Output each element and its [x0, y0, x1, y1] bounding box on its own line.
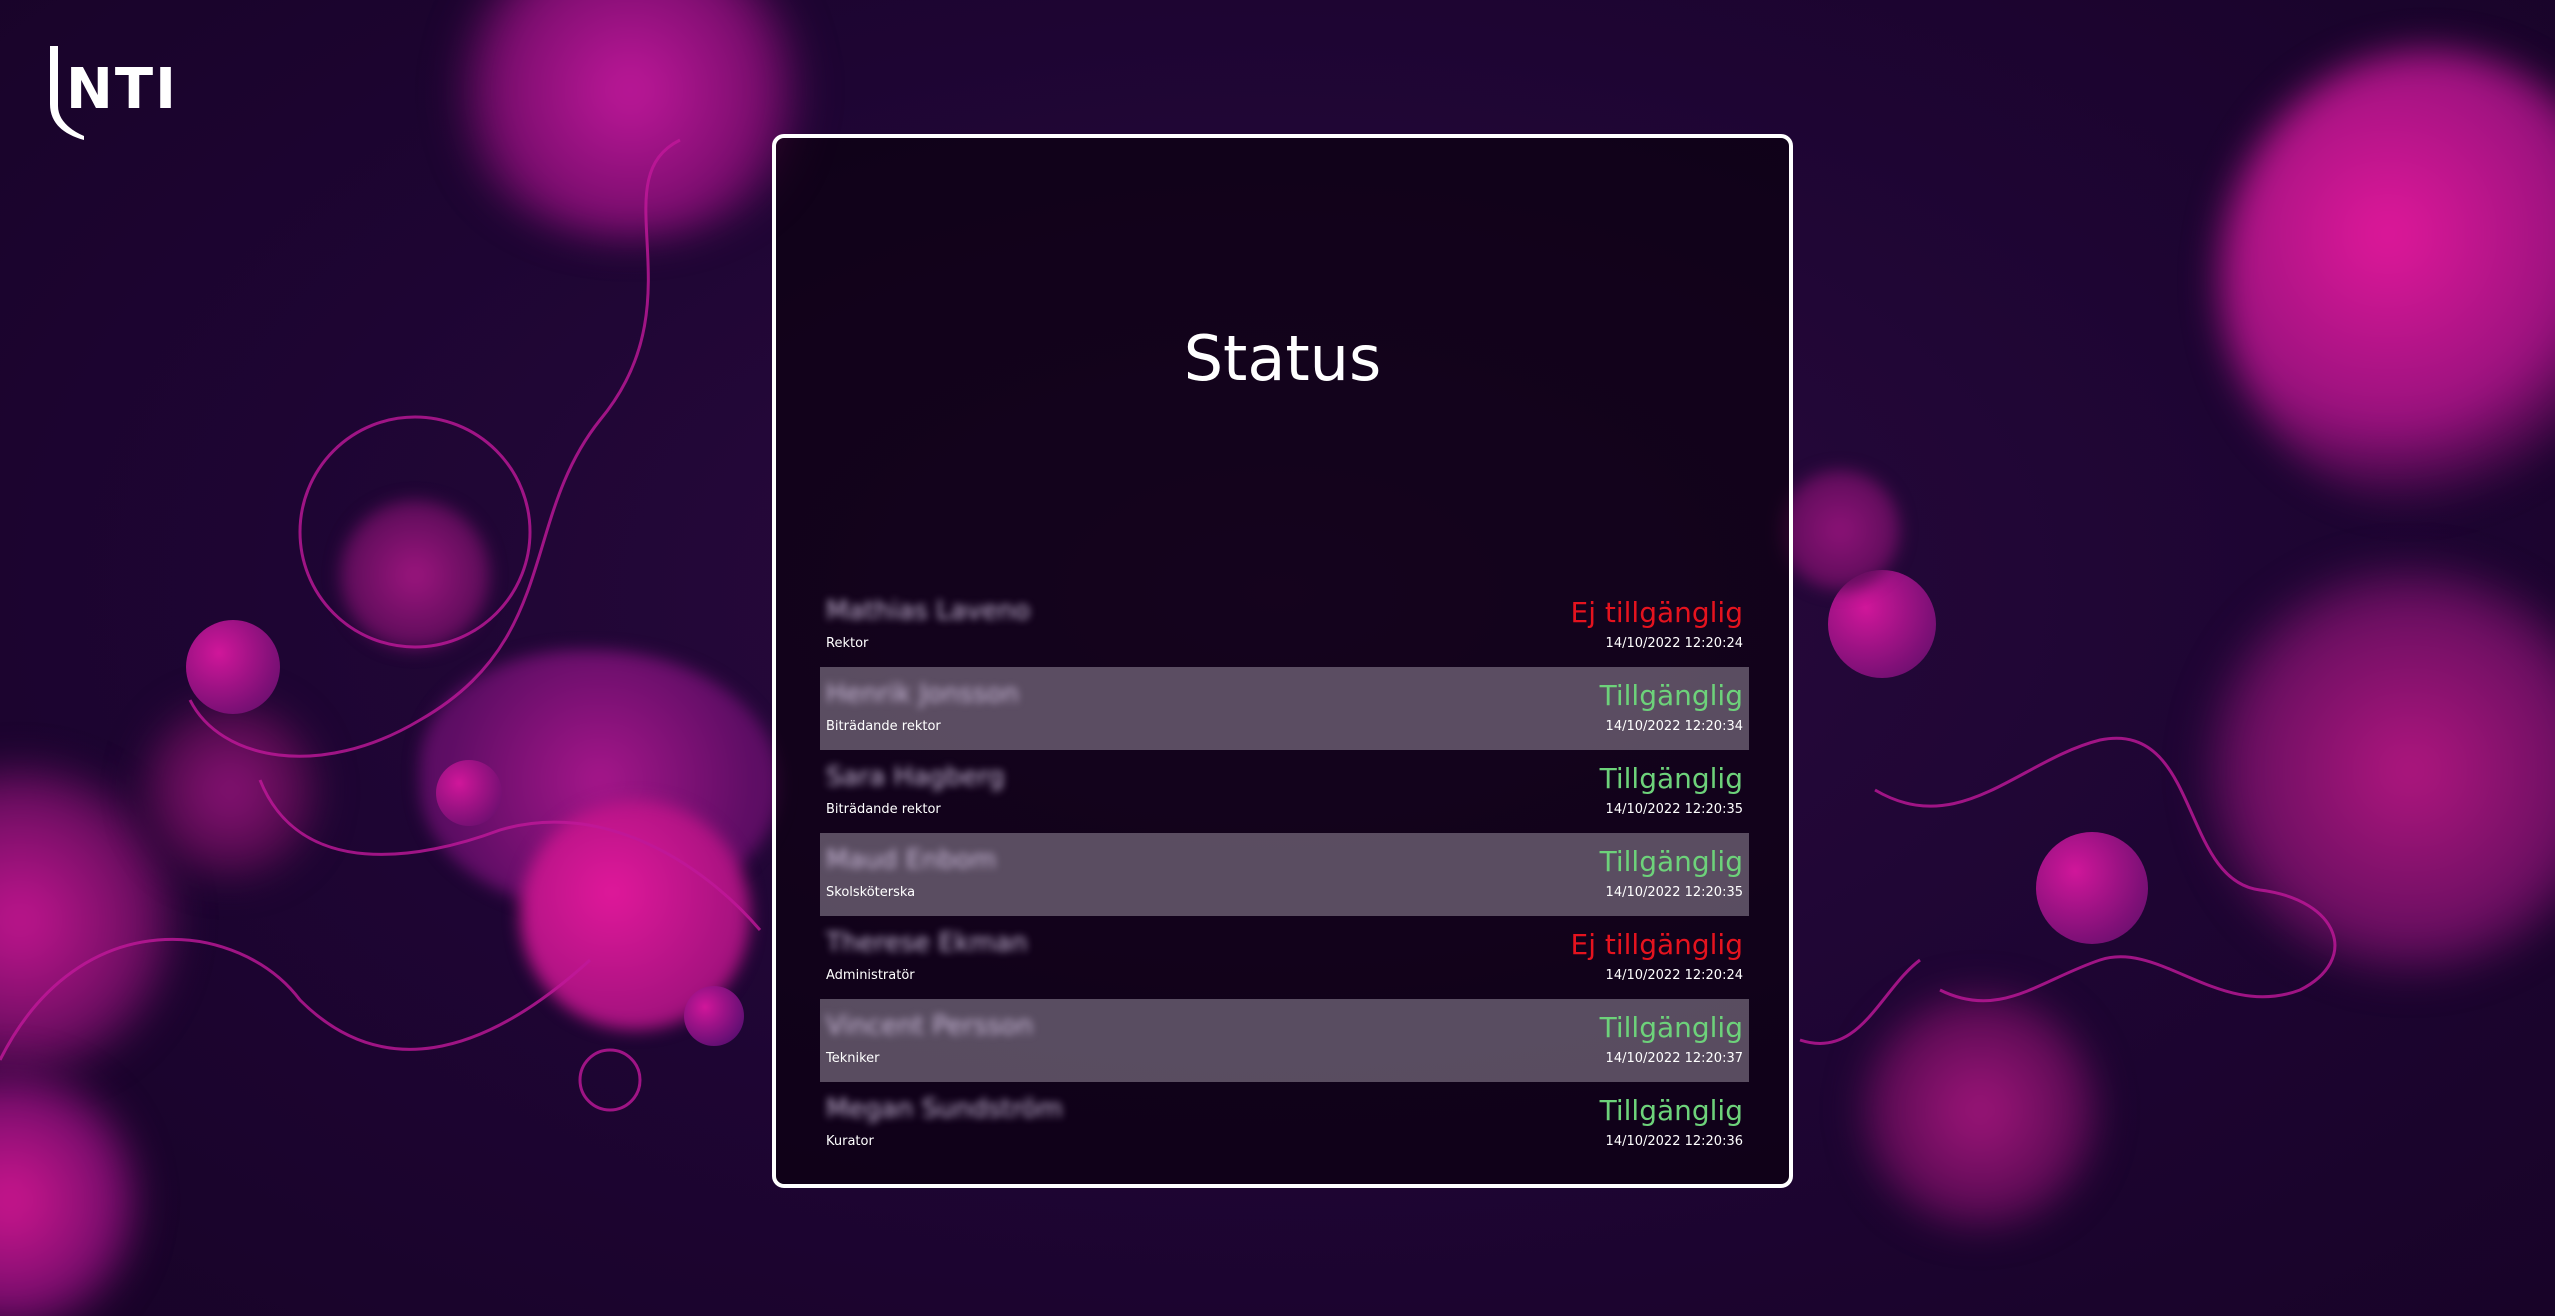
staff-row: Maud Enbom Skolsköterska Tillgänglig 14/10/… [820, 833, 1749, 916]
status-timestamp: 14/10/2022 12:20:24 [1605, 968, 1743, 983]
staff-name: Megan Sundström [826, 1094, 1063, 1124]
staff-name: Sara Hagberg [826, 762, 1005, 792]
page-title: Status [1183, 322, 1382, 395]
status-label: Tillgänglig [1599, 1094, 1743, 1127]
status-timestamp: 14/10/2022 12:20:34 [1605, 719, 1743, 734]
staff-role: Rektor [826, 636, 869, 651]
staff-role: Administratör [826, 968, 915, 983]
staff-row: Therese Ekman Administratör Ej tillgänglig… [820, 916, 1749, 999]
status-label: Ej tillgänglig [1570, 596, 1743, 629]
status-label: Tillgänglig [1599, 679, 1743, 712]
staff-row: Mathias Laveno Rektor Ej tillgänglig 14/10/… [820, 584, 1749, 667]
status-label: Tillgänglig [1599, 1011, 1743, 1044]
staff-role: Biträdande rektor [826, 719, 941, 734]
staff-row: Vincent Persson Tekniker Tillgänglig 14/10/… [820, 999, 1749, 1082]
staff-name: Maud Enbom [826, 845, 997, 875]
nti-logo[interactable]: NTI [44, 44, 176, 140]
status-timestamp: 14/10/2022 12:20:35 [1605, 802, 1743, 817]
status-timestamp: 14/10/2022 12:20:35 [1605, 885, 1743, 900]
logo-text: NTI [66, 57, 178, 122]
staff-role: Tekniker [826, 1051, 880, 1066]
status-label: Tillgänglig [1599, 762, 1743, 795]
status-label: Tillgänglig [1599, 845, 1743, 878]
staff-name: Therese Ekman [826, 928, 1028, 958]
status-panel: Status Mathias Laveno Rektor Ej tillgängli… [772, 134, 1793, 1188]
staff-row: Megan Sundström Kurator Tillgänglig 14/10/2… [820, 1082, 1749, 1165]
staff-row: Henrik Jonsson Biträdande rektor Tillgängl… [820, 667, 1749, 750]
status-timestamp: 14/10/2022 12:20:24 [1605, 636, 1743, 651]
staff-role: Kurator [826, 1134, 874, 1149]
staff-name: Henrik Jonsson [826, 679, 1019, 709]
status-timestamp: 14/10/2022 12:20:37 [1605, 1051, 1743, 1066]
staff-name: Vincent Persson [826, 1011, 1034, 1041]
staff-list: Mathias Laveno Rektor Ej tillgänglig 14/10/… [820, 584, 1749, 1165]
staff-name: Mathias Laveno [826, 596, 1031, 626]
staff-role: Biträdande rektor [826, 802, 941, 817]
staff-row: Sara Hagberg Biträdande rektor Tillgänglig… [820, 750, 1749, 833]
staff-role: Skolsköterska [826, 885, 916, 900]
status-label: Ej tillgänglig [1570, 928, 1743, 961]
status-timestamp: 14/10/2022 12:20:36 [1605, 1134, 1743, 1149]
